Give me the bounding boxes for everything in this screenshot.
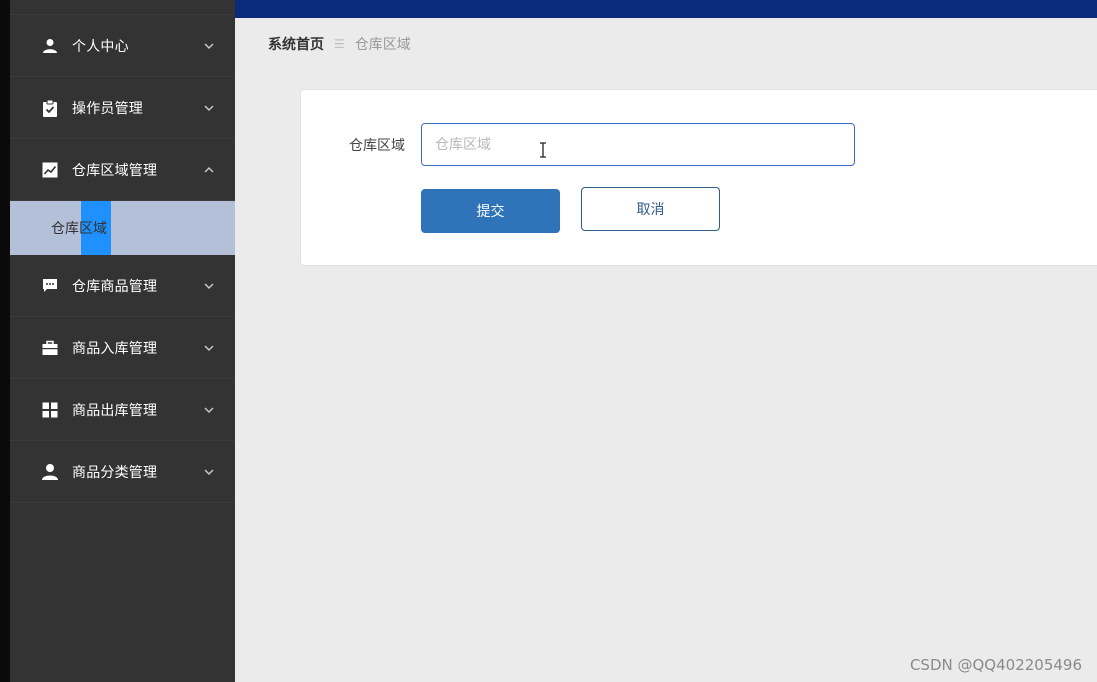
sidebar-item-label: 仓库商品管理 [72, 278, 158, 295]
chevron-down-icon [204, 43, 214, 49]
grid-icon [41, 401, 59, 419]
person-icon [41, 463, 59, 481]
sidebar-item-goods-outbound-management[interactable]: 商品出库管理 [10, 379, 235, 441]
breadcrumb-home-link[interactable]: 系统首页 [268, 34, 324, 54]
app-page: 个人中心 操作员管理 仓库区域管理 仓库区域 仓库商品管理 商品入库管理 商品出… [0, 0, 1097, 682]
sidebar-item-goods-inbound-management[interactable]: 商品入库管理 [10, 317, 235, 379]
chevron-down-icon [204, 345, 214, 351]
text-cursor-icon [540, 142, 546, 158]
top-bar [235, 0, 1097, 18]
chevron-up-icon [204, 166, 214, 172]
window-edge [0, 0, 10, 682]
warehouse-area-input[interactable] [421, 123, 855, 166]
warehouse-area-label: 仓库区域 [349, 138, 405, 154]
submit-button[interactable]: 提交 [421, 189, 560, 233]
clipboard-icon [41, 99, 59, 117]
chevron-down-icon [204, 105, 214, 111]
sidebar-item-label: 操作员管理 [72, 100, 143, 117]
breadcrumb: 系统首页 ☰ 仓库区域 [268, 34, 411, 54]
sidebar-item-warehouse-goods-management[interactable]: 仓库商品管理 [10, 255, 235, 317]
sidebar-item-goods-category-management[interactable]: 商品分类管理 [10, 441, 235, 503]
sidebar-item-label: 仓库区域管理 [72, 162, 158, 179]
chevron-down-icon [204, 469, 214, 475]
sidebar-item-label: 个人中心 [72, 38, 129, 55]
sidebar-item-personal-center[interactable]: 个人中心 [10, 15, 235, 77]
chart-icon [41, 161, 59, 179]
breadcrumb-separator-icon: ☰ [334, 37, 345, 51]
briefcase-icon [41, 339, 59, 357]
sidebar-subitem-warehouse-area[interactable]: 仓库区域 [10, 201, 235, 255]
chevron-down-icon [204, 283, 214, 289]
breadcrumb-current: 仓库区域 [354, 37, 411, 53]
sidebar-top [10, 0, 235, 15]
sidebar-item-warehouse-area-management[interactable]: 仓库区域管理 [10, 139, 235, 201]
form-card: 仓库区域 提交 取消 [300, 89, 1097, 266]
chat-icon [41, 277, 59, 295]
sidebar: 个人中心 操作员管理 仓库区域管理 仓库区域 仓库商品管理 商品入库管理 商品出… [10, 0, 235, 682]
watermark-text: CSDN @QQ402205496 [909, 656, 1082, 674]
user-icon [41, 37, 59, 55]
cancel-button[interactable]: 取消 [581, 187, 720, 231]
sidebar-item-label: 商品入库管理 [72, 340, 158, 357]
sidebar-item-label: 商品分类管理 [72, 464, 158, 481]
chevron-down-icon [204, 407, 214, 413]
sidebar-item-label: 商品出库管理 [72, 402, 158, 419]
sidebar-subitem-label: 仓库区域 [51, 221, 107, 237]
sidebar-item-operator-management[interactable]: 操作员管理 [10, 77, 235, 139]
